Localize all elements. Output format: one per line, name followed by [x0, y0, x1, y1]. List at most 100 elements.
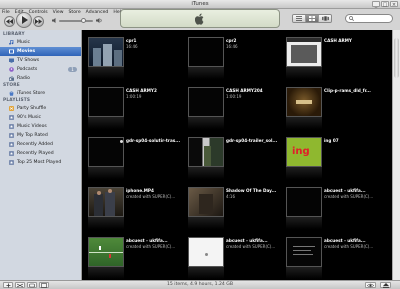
thumbnail-reflection: [88, 217, 124, 229]
visualizer-button[interactable]: [365, 282, 376, 288]
movie-thumbnail[interactable]: [88, 237, 124, 267]
movie-subtitle: created with SUPER(C)...: [126, 194, 176, 199]
podcast-count-badge: 1: [68, 67, 77, 72]
maximize-button[interactable]: □: [381, 1, 389, 8]
sidebar-item-party-shuffle[interactable]: Party Shuffle: [0, 104, 81, 113]
movie-tile[interactable]: ing ing 07: [282, 130, 386, 180]
movie-tile[interactable]: CASH ARMY204 1:00:19: [184, 80, 288, 130]
movie-tile[interactable]: abcuest - ukfifa... created with SUPER(C…: [282, 230, 386, 280]
menu-help[interactable]: Help: [111, 9, 126, 17]
sidebar-item-music[interactable]: Music: [0, 38, 81, 47]
thumbnail-reflection: [88, 67, 124, 79]
movie-tile[interactable]: abcuest - ukfifa... created with SUPER(C…: [184, 230, 288, 280]
movie-tile[interactable]: abcuest - ukfifa... created with SUPER(C…: [282, 180, 386, 230]
movie-subtitle: created with SUPER(C)...: [324, 244, 374, 249]
menu-advanced[interactable]: Advanced: [84, 9, 112, 17]
movie-thumbnail[interactable]: [188, 237, 224, 267]
volume-slider-thumb[interactable]: [81, 18, 86, 23]
eject-button[interactable]: [380, 282, 391, 288]
movie-thumbnail[interactable]: [188, 187, 224, 217]
search-field[interactable]: [345, 14, 393, 23]
movie-thumbnail[interactable]: [188, 37, 224, 67]
movie-title: abcuest - ukfifa...: [226, 238, 268, 243]
movie-thumbnail[interactable]: [88, 137, 124, 167]
movie-thumbnail[interactable]: [286, 87, 322, 117]
smart-playlist-icon: [9, 151, 14, 156]
movie-thumbnail[interactable]: [88, 187, 124, 217]
movie-title: abcuest - ukfifa...: [324, 188, 366, 193]
sidebar-item-podcasts[interactable]: Podcasts 1: [0, 65, 81, 74]
grid-view-icon: [309, 16, 315, 21]
sidebar-item-recently-played[interactable]: Recently Played: [0, 149, 81, 158]
movie-title: abcuest - ukfifa...: [126, 238, 168, 243]
movie-thumbnail[interactable]: [88, 87, 124, 117]
sidebar-item-90s-music[interactable]: 90's Music: [0, 113, 81, 122]
sidebar-item-recently-added[interactable]: Recently Added: [0, 140, 81, 149]
vertical-scrollbar[interactable]: [392, 30, 400, 280]
movie-thumbnail[interactable]: ing: [286, 137, 322, 167]
list-view-button[interactable]: [293, 15, 306, 22]
volume-slider[interactable]: [59, 18, 93, 23]
next-button[interactable]: [33, 16, 44, 27]
playlists-heading: PLAYLISTS: [3, 98, 31, 103]
movie-tile[interactable]: gdr-sp04-trailer_sol...: [184, 130, 288, 180]
lcd-display: [120, 9, 280, 28]
scrollbar-thumb[interactable]: [394, 38, 399, 78]
movie-thumbnail[interactable]: [188, 137, 224, 167]
thumbnail-reflection: [286, 217, 322, 229]
window-title: iTunes: [191, 1, 209, 7]
minimize-button[interactable]: _: [372, 1, 380, 8]
movie-title: Clip-p-rams_dld_fr...: [324, 88, 371, 93]
thumbnail-reflection: [286, 267, 322, 279]
sidebar-item-radio[interactable]: Radio: [0, 74, 81, 83]
sidebar-item-label: My Top Rated: [17, 133, 48, 138]
thumbnail-reflection: [188, 217, 224, 229]
smart-playlist-icon: [9, 160, 14, 165]
sidebar-item-tv-shows[interactable]: TV Shows: [0, 56, 81, 65]
movie-tile[interactable]: iphone.MP4 created with SUPER(C)...: [84, 180, 188, 230]
sidebar-item-label: TV Shows: [17, 58, 40, 63]
movie-grid[interactable]: cpr1 16:46 cpr2 16:46 CASH ARMY CASH ARM…: [82, 30, 392, 280]
movie-tile[interactable]: cpr1 16:46: [84, 30, 188, 80]
movie-subtitle: 4:16: [226, 194, 235, 199]
play-button[interactable]: [16, 12, 32, 28]
movie-subtitle: 1:00:19: [126, 94, 142, 99]
movie-thumbnail[interactable]: [88, 37, 124, 67]
movie-tile[interactable]: Shadow Of The Day... 4:16: [184, 180, 288, 230]
sidebar-item-my-top-rated[interactable]: My Top Rated: [0, 131, 81, 140]
menu-view[interactable]: View: [51, 9, 67, 17]
sidebar-item-music-videos[interactable]: Music Videos: [0, 122, 81, 131]
movie-tile[interactable]: CASH ARMY2 1:00:19: [84, 80, 188, 130]
smart-playlist-icon: [9, 142, 14, 147]
thumbnail-reflection: [188, 67, 224, 79]
sidebar-item-label: Movies: [17, 49, 36, 54]
sidebar-item-movies[interactable]: Movies: [0, 47, 81, 56]
movie-thumbnail[interactable]: [286, 37, 322, 67]
sidebar-item-label: Recently Added: [17, 142, 53, 147]
menu-store[interactable]: Store: [67, 9, 84, 17]
smart-playlist-icon: [9, 124, 14, 129]
sidebar-item-top-25-most-played[interactable]: Top 25 Most Played: [0, 158, 81, 167]
sidebar-item-label: Radio: [17, 76, 30, 81]
movie-thumbnail[interactable]: [188, 87, 224, 117]
movie-subtitle: created with SUPER(C)...: [226, 244, 276, 249]
movie-thumbnail[interactable]: [286, 237, 322, 267]
cover-flow-button[interactable]: [319, 15, 331, 22]
library-summary: 15 items, 4.9 hours, 1.24 GB: [167, 282, 233, 287]
movie-tile[interactable]: Clip-p-rams_dld_fr...: [282, 80, 386, 130]
movie-tile[interactable]: abcuest - ukfifa... created with SUPER(C…: [84, 230, 188, 280]
party-shuffle-icon: [9, 106, 14, 111]
movie-subtitle: created with SUPER(C)...: [126, 244, 176, 249]
previous-button[interactable]: [4, 16, 15, 27]
sidebar-item-itunes-store[interactable]: iTunes Store: [0, 89, 81, 98]
movie-thumbnail[interactable]: [286, 187, 322, 217]
movie-tile[interactable]: cpr2 16:46: [184, 30, 288, 80]
smart-playlist-icon: [9, 115, 14, 120]
close-button[interactable]: ×: [390, 1, 398, 8]
movie-tile[interactable]: gdr-sp04-solutir-tras...: [84, 130, 188, 180]
source-list: LIBRARY Music Movies TV Shows Podcasts 1…: [0, 30, 82, 280]
thumbnail-reflection: [286, 67, 322, 79]
grid-view-button[interactable]: [306, 15, 319, 22]
movie-tile[interactable]: CASH ARMY: [282, 30, 386, 80]
thumbnail-reflection: [188, 167, 224, 179]
